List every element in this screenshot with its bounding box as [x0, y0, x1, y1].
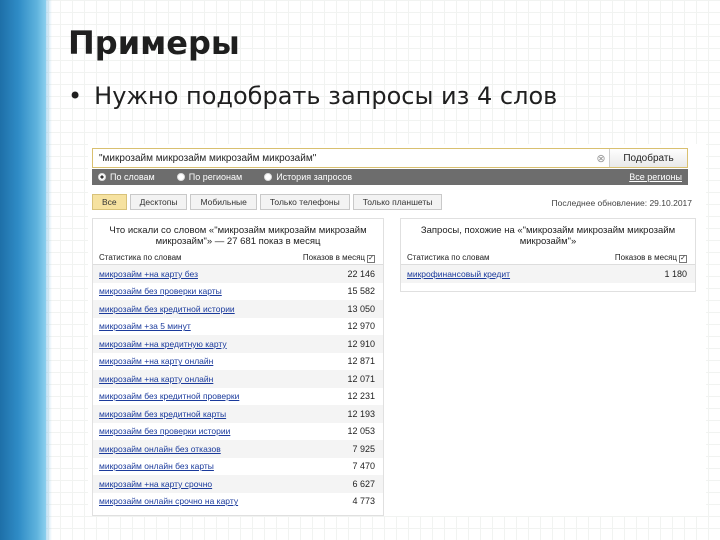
radio-icon — [98, 173, 106, 181]
words-panel: Что искали со словом «"микрозайм микроза… — [92, 218, 384, 516]
mode-option-history[interactable]: История запросов — [264, 172, 352, 182]
tab-phones[interactable]: Только телефоны — [259, 194, 350, 210]
last-updated: Последнее обновление: 29.10.2017 — [551, 198, 692, 208]
table-row: микрозайм без проверки истории 12 053 — [93, 423, 383, 441]
shows-count: 12 910 — [347, 338, 375, 349]
table-row: микрозайм +на карту без 22 146 — [93, 265, 383, 283]
similar-panel-heading: Запросы, похожие на «"микрозайм микрозай… — [420, 225, 676, 247]
tab-all[interactable]: Все — [92, 194, 127, 210]
checkbox-icon[interactable]: ✓ — [679, 255, 687, 263]
table-row: микрозайм без кредитной карты 12 193 — [93, 405, 383, 423]
query-link[interactable]: микрозайм +на кредитную карту — [99, 339, 227, 349]
slide-decor-band — [0, 0, 52, 540]
mode-label: История запросов — [276, 172, 352, 182]
words-panel-heading: Что искали со словом «"микрозайм микроза… — [109, 225, 367, 247]
similar-table: микрофинансовый кредит 1 180 — [401, 265, 695, 283]
mode-option-regions[interactable]: По регионам — [176, 172, 243, 182]
mode-selector: По словам По регионам История запросов В… — [92, 169, 688, 185]
shows-count: 7 470 — [352, 461, 375, 472]
shows-count: 6 627 — [352, 478, 375, 489]
mode-option-words[interactable]: По словам — [98, 172, 155, 182]
words-table-header: Статистика по словам Показов в месяц ✓ — [93, 251, 383, 265]
search-input[interactable] — [93, 149, 593, 167]
checkbox-icon[interactable]: ✓ — [367, 255, 375, 263]
table-row: микрозайм +за 5 минут 12 970 — [93, 318, 383, 336]
radio-icon — [176, 173, 185, 181]
table-row: микрозайм без кредитной проверки 12 231 — [93, 388, 383, 406]
table-row: микрозайм онлайн без карты 7 470 — [93, 458, 383, 476]
table-row: микрозайм без кредитной истории 13 050 — [93, 300, 383, 318]
radio-icon — [264, 173, 273, 181]
query-link[interactable]: микрозайм +на карту онлайн — [99, 356, 213, 366]
clear-icon[interactable]: ⊗ — [593, 149, 609, 167]
query-link[interactable]: микрозайм без кредитной проверки — [99, 391, 239, 401]
table-row: микрозайм без проверки карты 15 582 — [93, 283, 383, 301]
similar-panel: Запросы, похожие на «"микрозайм микрозай… — [400, 218, 696, 292]
table-row: микрофинансовый кредит 1 180 — [401, 265, 695, 283]
shows-count: 12 193 — [347, 408, 375, 419]
shows-count: 13 050 — [347, 303, 375, 314]
col-words: Статистика по словам — [407, 253, 490, 262]
tab-mobile[interactable]: Мобильные — [190, 194, 257, 210]
shows-count: 12 053 — [347, 426, 375, 437]
shows-count: 22 146 — [347, 268, 375, 279]
tab-tablets[interactable]: Только планшеты — [352, 194, 443, 210]
tab-desktops[interactable]: Десктопы — [129, 194, 188, 210]
table-row: микрозайм онлайн срочно на карту 4 773 — [93, 493, 383, 511]
query-link[interactable]: микрозайм +на карту онлайн — [99, 374, 213, 384]
all-regions-link[interactable]: Все регионы — [629, 172, 682, 182]
query-link[interactable]: микрозайм +за 5 минут — [99, 321, 191, 331]
col-shows: Показов в месяц ✓ — [302, 253, 375, 263]
mode-label: По словам — [110, 172, 155, 182]
query-link[interactable]: микрозайм без проверки карты — [99, 286, 222, 296]
bullet-item: • Нужно подобрать запросы из 4 слов — [68, 82, 557, 110]
query-link[interactable]: микрозайм онлайн без карты — [99, 461, 214, 471]
query-link[interactable]: микрозайм +на карту срочно — [99, 479, 212, 489]
bullet-text: Нужно подобрать запросы из 4 слов — [94, 82, 558, 110]
query-link[interactable]: микрозайм онлайн без отказов — [99, 444, 221, 454]
shows-count: 1 180 — [664, 268, 687, 279]
table-row: микрозайм +на кредитную карту 12 910 — [93, 335, 383, 353]
col-words: Статистика по словам — [99, 253, 182, 262]
mode-label: По регионам — [188, 172, 243, 182]
table-row: микрозайм +на карту онлайн 12 871 — [93, 353, 383, 371]
similar-table-header: Статистика по словам Показов в месяц ✓ — [401, 251, 695, 265]
query-link[interactable]: микрозайм без кредитной истории — [99, 304, 235, 314]
table-row: микрозайм онлайн без отказов 7 925 — [93, 440, 383, 458]
shows-count: 7 925 — [352, 443, 375, 454]
query-link[interactable]: микрозайм без проверки истории — [99, 426, 230, 436]
shows-count: 12 231 — [347, 391, 375, 402]
query-link[interactable]: микрозайм без кредитной карты — [99, 409, 226, 419]
col-shows: Показов в месяц ✓ — [614, 253, 687, 263]
table-row: микрозайм +на карту срочно 6 627 — [93, 475, 383, 493]
query-link[interactable]: микрозайм +на карту без — [99, 269, 198, 279]
query-link[interactable]: микрофинансовый кредит — [407, 269, 510, 279]
wordstat-screenshot: ⊗ Подобрать По словам По регионам Истори… — [88, 144, 706, 516]
words-table: микрозайм +на карту без 22 146 микрозайм б… — [93, 265, 383, 510]
shows-count: 15 582 — [347, 286, 375, 297]
shows-count: 12 871 — [347, 356, 375, 367]
shows-count: 4 773 — [352, 496, 375, 507]
query-link[interactable]: микрозайм онлайн срочно на карту — [99, 496, 238, 506]
search-bar: ⊗ Подобрать — [92, 148, 688, 168]
shows-count: 12 071 — [347, 373, 375, 384]
bullet-marker: • — [68, 82, 83, 110]
device-tabs: Все Десктопы Мобильные Только телефоны Т… — [92, 194, 443, 210]
shows-count: 12 970 — [347, 321, 375, 332]
table-row: микрозайм +на карту онлайн 12 071 — [93, 370, 383, 388]
search-button[interactable]: Подобрать — [609, 149, 687, 167]
slide-title: Примеры — [68, 24, 240, 62]
